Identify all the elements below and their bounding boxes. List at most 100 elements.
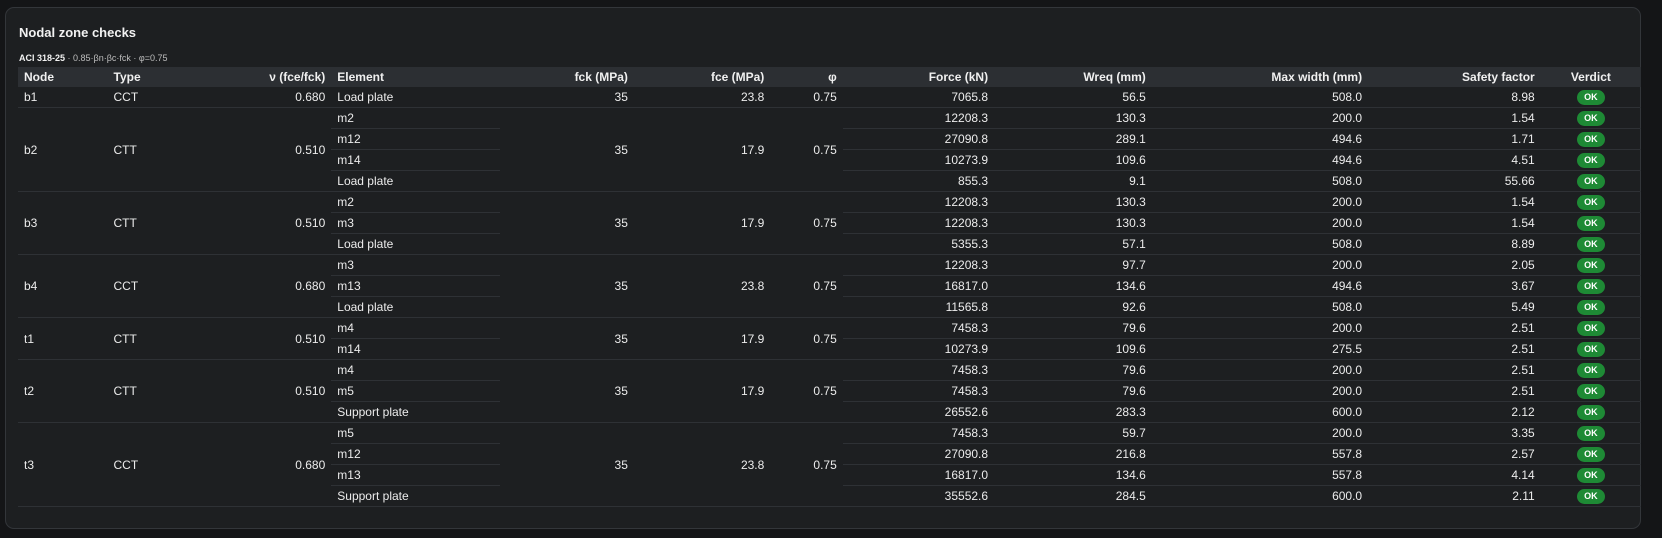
col-header-wreq[interactable]: Wreq (mm) [994, 67, 1152, 87]
element-cell: m13 [331, 275, 500, 297]
force-cell: 12208.3 [842, 254, 995, 276]
col-header-max-width[interactable]: Max width (mm) [1152, 67, 1368, 87]
node-cell: b2 [18, 107, 108, 192]
wreq-cell: 216.8 [994, 443, 1152, 465]
type-cell: CCT [107, 254, 219, 318]
status-badge: OK [1577, 321, 1605, 336]
table-header-row: Node Type ν (fce/fck) Element fck (MPa) … [18, 67, 1641, 87]
verdict-cell: OK [1540, 191, 1641, 213]
col-header-node[interactable]: Node [18, 67, 108, 87]
col-header-safety-factor[interactable]: Safety factor [1368, 67, 1541, 87]
force-cell: 35552.6 [842, 485, 995, 507]
nu-cell: 0.510 [218, 107, 332, 192]
safety-factor-cell: 2.51 [1368, 338, 1541, 360]
col-header-force[interactable]: Force (kN) [843, 67, 994, 87]
status-badge: OK [1577, 342, 1605, 357]
element-cell: m3 [331, 254, 500, 276]
max-width-cell: 200.0 [1151, 191, 1369, 213]
force-cell: 5355.3 [842, 233, 995, 255]
wreq-cell: 109.6 [994, 149, 1152, 171]
wreq-cell: 134.6 [994, 464, 1152, 486]
wreq-cell: 57.1 [994, 233, 1152, 255]
force-cell: 12208.3 [842, 107, 995, 129]
status-badge: OK [1577, 216, 1605, 231]
panel-subtitle: ACI 318-25 · 0.85·βn·βc·fck · φ=0.75 [19, 53, 168, 63]
wreq-cell: 92.6 [994, 296, 1152, 318]
element-cell: m14 [331, 149, 500, 171]
nu-cell: 0.680 [218, 87, 332, 108]
force-cell: 27090.8 [842, 128, 995, 150]
type-cell: CCT [107, 422, 219, 507]
col-header-fce[interactable]: fce (MPa) [634, 67, 770, 87]
fce-cell: 17.9 [633, 359, 771, 423]
panel-title: Nodal zone checks [19, 25, 137, 40]
design-formula: · 0.85·βn·βc·fck · φ=0.75 [65, 53, 168, 63]
verdict-cell: OK [1540, 275, 1641, 297]
max-width-cell: 200.0 [1151, 212, 1369, 234]
element-cell: m4 [331, 359, 500, 381]
status-badge: OK [1577, 447, 1605, 462]
status-badge: OK [1577, 279, 1605, 294]
type-cell: CTT [107, 317, 219, 360]
table-row: b4 CCT 0.680 m3 35 23.8 0.75 12208.3 97.7 200.0 2.… [18, 254, 1641, 318]
status-badge: OK [1577, 300, 1605, 315]
max-width-cell: 200.0 [1151, 380, 1369, 402]
fck-cell: 35 [499, 254, 634, 318]
fck-cell: 35 [499, 317, 634, 360]
fce-cell: 23.8 [633, 254, 771, 318]
status-badge: OK [1577, 384, 1605, 399]
verdict-cell: OK [1540, 128, 1641, 150]
status-badge: OK [1577, 468, 1605, 483]
fck-cell: 35 [499, 87, 634, 108]
status-badge: OK [1577, 237, 1605, 252]
wreq-cell: 9.1 [994, 170, 1152, 192]
col-header-nu[interactable]: ν (fce/fck) [218, 67, 331, 87]
element-cell: m2 [331, 107, 500, 129]
wreq-cell: 134.6 [994, 275, 1152, 297]
status-badge: OK [1577, 111, 1605, 126]
element-cell: m2 [331, 191, 500, 213]
verdict-cell: OK [1540, 149, 1641, 171]
wreq-cell: 130.3 [994, 191, 1152, 213]
element-cell: m13 [331, 464, 500, 486]
max-width-cell: 200.0 [1151, 254, 1369, 276]
safety-factor-cell: 2.05 [1368, 254, 1541, 276]
nu-cell: 0.510 [218, 191, 332, 255]
safety-factor-cell: 4.14 [1368, 464, 1541, 486]
node-cell: t1 [18, 317, 108, 360]
nodal-zone-table: Node Type ν (fce/fck) Element fck (MPa) … [18, 67, 1641, 507]
fck-cell: 35 [499, 422, 634, 507]
force-cell: 7458.3 [842, 317, 995, 339]
col-header-verdict[interactable]: Verdict [1541, 67, 1641, 87]
safety-factor-cell: 2.57 [1368, 443, 1541, 465]
fce-cell: 23.8 [633, 422, 771, 507]
verdict-cell: OK [1540, 296, 1641, 318]
nu-cell: 0.510 [218, 359, 332, 423]
force-cell: 855.3 [842, 170, 995, 192]
nu-cell: 0.680 [218, 254, 332, 318]
col-header-fck[interactable]: fck (MPa) [500, 67, 634, 87]
fck-cell: 35 [499, 107, 634, 192]
force-cell: 16817.0 [842, 275, 995, 297]
nu-cell: 0.510 [218, 317, 332, 360]
element-cell: m3 [331, 212, 500, 234]
type-cell: CTT [107, 359, 219, 423]
col-header-element[interactable]: Element [331, 67, 499, 87]
element-cell: m5 [331, 380, 500, 402]
force-cell: 7458.3 [842, 422, 995, 444]
safety-factor-cell: 1.54 [1368, 191, 1541, 213]
verdict-cell: OK [1540, 485, 1641, 507]
max-width-cell: 494.6 [1151, 275, 1369, 297]
max-width-cell: 557.8 [1151, 464, 1369, 486]
force-cell: 7458.3 [842, 359, 995, 381]
node-cell: b3 [18, 191, 108, 255]
force-cell: 7065.8 [842, 87, 995, 108]
node-cell: t2 [18, 359, 108, 423]
col-header-phi[interactable]: φ [770, 67, 842, 87]
col-header-type[interactable]: Type [108, 67, 219, 87]
fce-cell: 17.9 [633, 191, 771, 255]
node-cell: b4 [18, 254, 108, 318]
verdict-cell: OK [1540, 380, 1641, 402]
element-cell: Load plate [331, 170, 500, 192]
wreq-cell: 59.7 [994, 422, 1152, 444]
